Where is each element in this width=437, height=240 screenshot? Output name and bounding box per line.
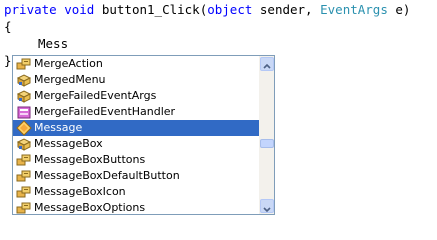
delegate-icon [16,104,32,120]
completion-item-label: MergeFailedEventArgs [34,89,157,102]
scroll-down-button[interactable] [260,199,274,213]
code-line-4: } [4,53,12,68]
keyword-object: object [207,2,253,17]
completion-items: MergeAction MergedMenu MergeFailedEventArg… [13,56,260,214]
class-icon [16,88,32,104]
completion-item-label: MergeFailedEventHandler [34,105,176,118]
completion-item-label: MessageBoxButtons [34,153,146,166]
completion-item-message[interactable]: Message [13,120,260,136]
code-line-2: { [4,19,12,34]
scroll-thumb[interactable] [260,139,274,148]
completion-item-label: MessageBoxDefaultButton [34,169,180,182]
completion-item-label: MessageBoxIcon [34,185,126,198]
code-line-3: Mess [38,36,69,51]
struct-icon [16,120,32,136]
method-signature: button1_Click( [101,2,208,17]
enum-icon [16,184,32,200]
completion-item-label: MessageBox [34,137,103,150]
code-line-1: private void button1_Click(object sender… [4,1,410,18]
enum-icon [16,168,32,184]
completion-item-label: Message [34,121,83,134]
completion-item-mergefailedeventhandler[interactable]: MergeFailedEventHandler [13,104,260,120]
intellisense-completion-list[interactable]: MergeAction MergedMenu MergeFailedEventArg… [12,55,275,215]
param-e: e) [395,2,411,17]
keyword-void: void [64,2,95,17]
completion-item-messageboxoptions[interactable]: MessageBoxOptions [13,200,260,214]
completion-item-messageboxdefaultbutton[interactable]: MessageBoxDefaultButton [13,168,260,184]
completion-item-label: MessageBoxOptions [34,201,146,214]
completion-item-mergedmenu[interactable]: MergedMenu [13,72,260,88]
class-icon [16,72,32,88]
type-eventargs: EventArgs [320,2,388,17]
chevron-up-icon [263,63,271,69]
param-sender: sender, [259,2,313,17]
scroll-up-button[interactable] [260,57,274,71]
class-icon [16,136,32,152]
completion-item-messageboxicon[interactable]: MessageBoxIcon [13,184,260,200]
enum-icon [16,200,32,214]
completion-item-messageboxbuttons[interactable]: MessageBoxButtons [13,152,260,168]
chevron-down-icon [263,207,271,213]
enum-icon [16,152,32,168]
completion-item-mergefailedeventargs[interactable]: MergeFailedEventArgs [13,88,260,104]
completion-item-label: MergeAction [34,57,103,70]
completion-item-messagebox[interactable]: MessageBox [13,136,260,152]
completion-item-mergeaction[interactable]: MergeAction [13,56,260,72]
completion-item-label: MergedMenu [34,73,106,86]
completion-scrollbar[interactable] [259,56,274,214]
enum-icon [16,56,32,72]
keyword-private: private [4,2,57,17]
